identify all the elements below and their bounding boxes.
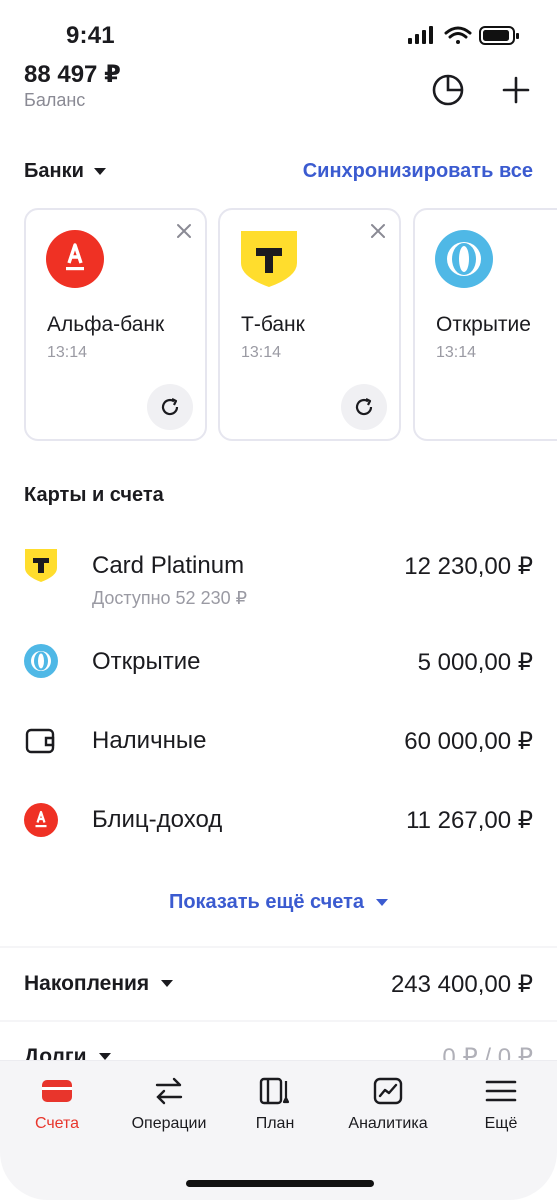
alfa-bank-logo-icon xyxy=(24,803,58,837)
status-time: 9:41 xyxy=(66,22,115,49)
tab-analytics[interactable]: Аналитика xyxy=(333,1075,443,1145)
chart-icon xyxy=(371,1075,405,1107)
balance-label: Баланс xyxy=(24,90,86,110)
bank-card-tbank[interactable]: Т-банк 13:14 xyxy=(218,208,401,441)
plus-icon xyxy=(502,76,530,104)
balance-value: 88 497 ₽ xyxy=(24,61,121,88)
bank-card-otkritie[interactable]: Открытие 13:14 xyxy=(413,208,557,441)
account-amount: 12 230,00 ₽ xyxy=(404,553,533,580)
account-name: Блиц-доход xyxy=(92,806,223,833)
caret-down-icon xyxy=(376,898,389,906)
plan-icon xyxy=(258,1075,292,1107)
bank-name: Альфа-банк xyxy=(47,313,165,336)
savings-value: 243 400,00 ₽ xyxy=(390,971,533,998)
savings-title[interactable]: Накопления xyxy=(24,972,174,996)
bank-name: Открытие xyxy=(436,313,531,336)
card-icon xyxy=(40,1075,74,1107)
account-amount: 11 267,00 ₽ xyxy=(406,807,533,834)
tbank-logo-icon xyxy=(241,231,297,287)
tab-label: Операции xyxy=(131,1115,207,1132)
tab-label: Аналитика xyxy=(348,1115,428,1132)
sync-all-link[interactable]: Синхронизировать все xyxy=(303,160,533,183)
otkritie-logo-icon xyxy=(435,230,493,288)
app-screen: 9:41 88 497 ₽ Баланс Банки Синхронизиров… xyxy=(0,0,557,1200)
accounts-title: Карты и счета xyxy=(24,484,164,506)
cellular-signal-icon xyxy=(408,26,433,44)
analytics-pie-button[interactable] xyxy=(430,72,466,108)
wifi-icon xyxy=(444,26,472,44)
bank-close-button[interactable] xyxy=(173,220,195,242)
top-header: 9:41 88 497 ₽ Баланс xyxy=(0,0,557,124)
tab-more[interactable]: Ещё xyxy=(446,1075,556,1145)
account-name: Открытие xyxy=(92,648,201,675)
caret-down-icon xyxy=(161,980,174,987)
transfer-arrows-icon xyxy=(152,1075,186,1107)
refresh-icon xyxy=(355,398,373,416)
bank-refresh-button[interactable] xyxy=(147,384,193,430)
savings-label: Накопления xyxy=(24,972,150,995)
tab-label: Ещё xyxy=(484,1115,518,1132)
account-row[interactable]: Наличные 60 000,00 ₽ xyxy=(0,721,557,781)
account-row[interactable]: Card Platinum Доступно 52 230 ₽ 12 230,0… xyxy=(0,544,557,614)
account-amount: 60 000,00 ₽ xyxy=(404,728,533,755)
pie-chart-icon xyxy=(432,74,464,106)
tbank-logo-icon xyxy=(25,549,57,582)
wallet-icon xyxy=(25,728,55,754)
account-available: Доступно 52 230 ₽ xyxy=(92,588,248,608)
status-icons xyxy=(408,26,519,45)
accounts-panel xyxy=(0,470,557,946)
bank-sync-time: 13:14 xyxy=(241,344,282,361)
show-more-accounts-link[interactable]: Показать ещё счета xyxy=(0,891,557,914)
bank-name: Т-банк xyxy=(241,313,305,336)
bank-close-button[interactable] xyxy=(367,220,389,242)
caret-down-icon xyxy=(93,167,106,175)
bank-sync-time: 13:14 xyxy=(47,344,88,361)
bank-refresh-button[interactable] xyxy=(341,384,387,430)
close-icon xyxy=(177,224,191,238)
add-button[interactable] xyxy=(498,72,534,108)
close-icon xyxy=(371,224,385,238)
account-row[interactable]: Открытие 5 000,00 ₽ xyxy=(0,642,557,702)
tab-operations[interactable]: Операции xyxy=(114,1075,224,1145)
banks-title-label: Банки xyxy=(24,160,84,182)
tab-plan[interactable]: План xyxy=(220,1075,330,1145)
alfa-bank-logo-icon xyxy=(46,230,104,288)
account-name: Card Platinum xyxy=(92,552,245,579)
bottom-tab-bar: Счета Операции План Аналитика Ещё xyxy=(0,1060,557,1200)
bank-card-alfa[interactable]: Альфа-банк 13:14 xyxy=(24,208,207,441)
tab-label: Счета xyxy=(34,1115,80,1132)
account-amount: 5 000,00 ₽ xyxy=(417,649,533,676)
otkritie-logo-icon xyxy=(24,644,58,678)
show-more-label: Показать ещё счета xyxy=(168,891,365,913)
bank-sync-time: 13:14 xyxy=(436,344,477,361)
home-indicator xyxy=(186,1180,374,1187)
menu-icon xyxy=(484,1075,518,1107)
account-row[interactable]: Блиц-доход 11 267,00 ₽ xyxy=(0,800,557,860)
tab-label: План xyxy=(255,1115,295,1132)
account-name: Наличные xyxy=(92,727,207,754)
refresh-icon xyxy=(161,398,179,416)
battery-icon xyxy=(479,26,519,45)
tab-accounts[interactable]: Счета xyxy=(2,1075,112,1145)
banks-title[interactable]: Банки xyxy=(24,160,106,183)
